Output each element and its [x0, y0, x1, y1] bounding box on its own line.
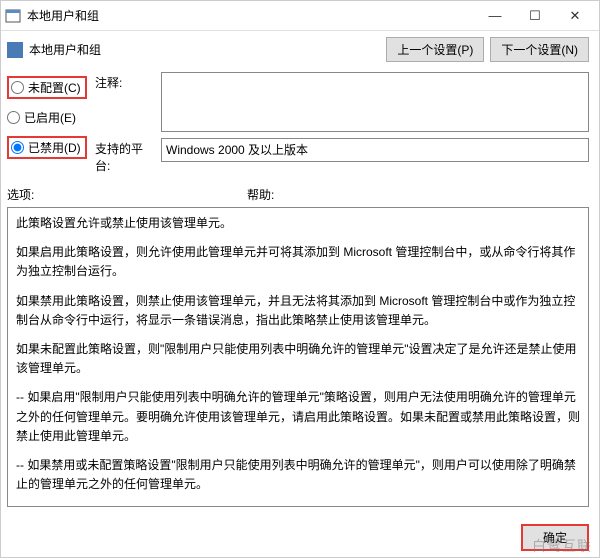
help-p3: 如果禁用此策略设置，则禁止使用该管理单元，并且无法将其添加到 Microsoft… — [16, 292, 580, 330]
minimize-button[interactable]: ― — [475, 2, 515, 30]
radio-column: 未配置(C) 已启用(E) 已禁用(D) — [7, 72, 87, 174]
help-p5: -- 如果启用"限制用户只能使用列表中明确允许的管理单元"策略设置，则用户无法使… — [16, 388, 580, 446]
header-row: 本地用户和组 上一个设置(P) 下一个设置(N) — [7, 37, 589, 62]
window-controls: ― ☐ ✕ — [475, 2, 595, 30]
section-labels: 选项: 帮助: — [7, 186, 589, 203]
window-title: 本地用户和组 — [27, 7, 475, 24]
radio-not-configured-label: 未配置(C) — [28, 79, 81, 96]
window-icon — [5, 8, 21, 24]
config-area: 未配置(C) 已启用(E) 已禁用(D) 注释: 支持的平台: — [7, 72, 589, 174]
help-textarea[interactable]: 此策略设置允许或禁止使用该管理单元。 如果启用此策略设置，则允许使用此管理单元并… — [7, 207, 589, 507]
fields-column: 注释: 支持的平台: Windows 2000 及以上版本 — [95, 72, 589, 174]
radio-disabled-input[interactable] — [11, 141, 24, 154]
radio-enabled-input[interactable] — [7, 111, 20, 124]
maximize-button[interactable]: ☐ — [515, 2, 555, 30]
platform-label: 支持的平台: — [95, 138, 155, 174]
policy-icon — [7, 42, 23, 58]
ok-button[interactable]: 确定 — [521, 524, 589, 551]
help-label: 帮助: — [247, 186, 274, 203]
platform-row: 支持的平台: Windows 2000 及以上版本 — [95, 138, 589, 174]
help-p2: 如果启用此策略设置，则允许使用此管理单元并可将其添加到 Microsoft 管理… — [16, 243, 580, 281]
policy-title: 本地用户和组 — [29, 41, 386, 58]
titlebar: 本地用户和组 ― ☐ ✕ — [1, 1, 599, 31]
nav-buttons: 上一个设置(P) 下一个设置(N) — [386, 37, 589, 62]
help-p6: -- 如果禁用或未配置策略设置"限制用户只能使用列表中明确允许的管理单元"，则用… — [16, 456, 580, 494]
options-label: 选项: — [7, 186, 247, 203]
prev-setting-button[interactable]: 上一个设置(P) — [386, 37, 484, 62]
footer: 确定 — [1, 518, 599, 557]
radio-not-configured[interactable]: 未配置(C) — [7, 76, 87, 99]
radio-enabled-label: 已启用(E) — [24, 109, 76, 126]
radio-enabled[interactable]: 已启用(E) — [7, 109, 87, 126]
radio-disabled[interactable]: 已禁用(D) — [7, 136, 87, 159]
radio-not-configured-input[interactable] — [11, 81, 24, 94]
radio-disabled-label: 已禁用(D) — [28, 139, 81, 156]
help-p4: 如果未配置此策略设置，则"限制用户只能使用列表中明确允许的管理单元"设置决定了是… — [16, 340, 580, 378]
dialog-window: 本地用户和组 ― ☐ ✕ 本地用户和组 上一个设置(P) 下一个设置(N) 未配… — [0, 0, 600, 558]
comment-row: 注释: — [95, 72, 589, 132]
help-p1: 此策略设置允许或禁止使用该管理单元。 — [16, 214, 580, 233]
content-area: 本地用户和组 上一个设置(P) 下一个设置(N) 未配置(C) 已启用(E) 已… — [1, 31, 599, 518]
next-setting-button[interactable]: 下一个设置(N) — [490, 37, 589, 62]
platform-value: Windows 2000 及以上版本 — [166, 143, 308, 157]
comment-textarea[interactable] — [161, 72, 589, 132]
close-button[interactable]: ✕ — [555, 2, 595, 30]
comment-label: 注释: — [95, 72, 155, 91]
platform-box: Windows 2000 及以上版本 — [161, 138, 589, 162]
